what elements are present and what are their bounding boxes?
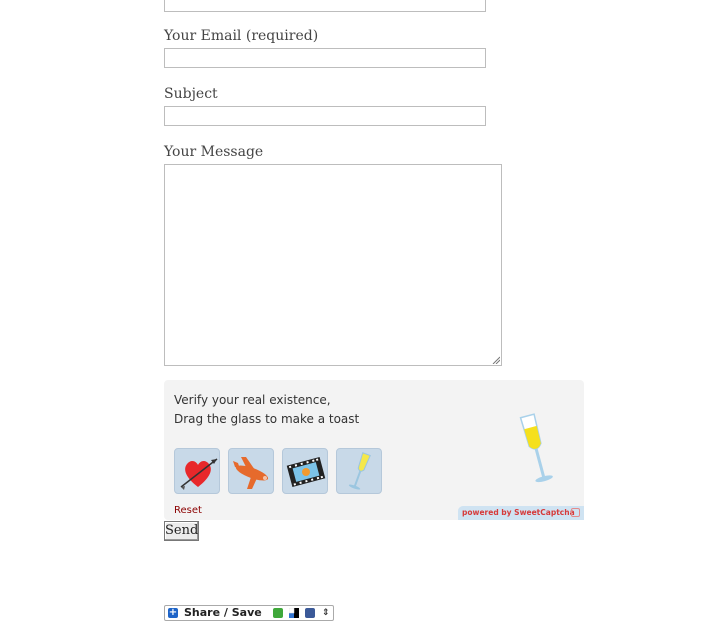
captcha-option-airplane[interactable] [228,448,274,494]
heart-arrow-icon [180,458,218,490]
captcha-panel: Verify your real existence, Drag the gla… [164,380,584,520]
sweetcaptcha-logo-icon [571,508,580,517]
name-field[interactable] [164,0,486,12]
email-label: Your Email (required) [164,28,319,44]
airplane-icon [233,457,269,489]
film-reel-icon [286,456,326,488]
champagne-glass-icon [348,452,371,490]
powered-by-text: powered by SweetCaptcha [462,508,575,517]
captcha-option-film[interactable] [282,448,328,494]
send-button[interactable]: Send [164,521,199,541]
sweetcaptcha-badge[interactable]: powered by SweetCaptcha [458,506,584,520]
email-field[interactable] [164,48,486,68]
captcha-reset-link[interactable]: Reset [174,505,202,516]
message-field[interactable] [164,164,502,366]
subject-label: Subject [164,86,218,102]
share-save-button[interactable]: + Share / Save ⇕ [164,605,334,621]
updown-arrows-icon: ⇕ [322,608,330,618]
message-label: Your Message [164,144,264,160]
captcha-instruction-line1: Verify your real existence, [174,393,331,407]
facebook-icon [305,608,315,618]
share-save-label: Share / Save [184,606,262,619]
delicious-icon [288,607,299,618]
plus-icon: + [168,607,178,618]
subject-field[interactable] [164,106,486,126]
captcha-option-glass[interactable] [336,448,382,494]
google-icon [273,608,283,618]
target-champagne-glass-icon [519,413,553,483]
captcha-option-heart[interactable] [174,448,220,494]
captcha-instruction-line2: Drag the glass to make a toast [174,412,360,426]
resize-grip-icon[interactable] [492,356,500,364]
